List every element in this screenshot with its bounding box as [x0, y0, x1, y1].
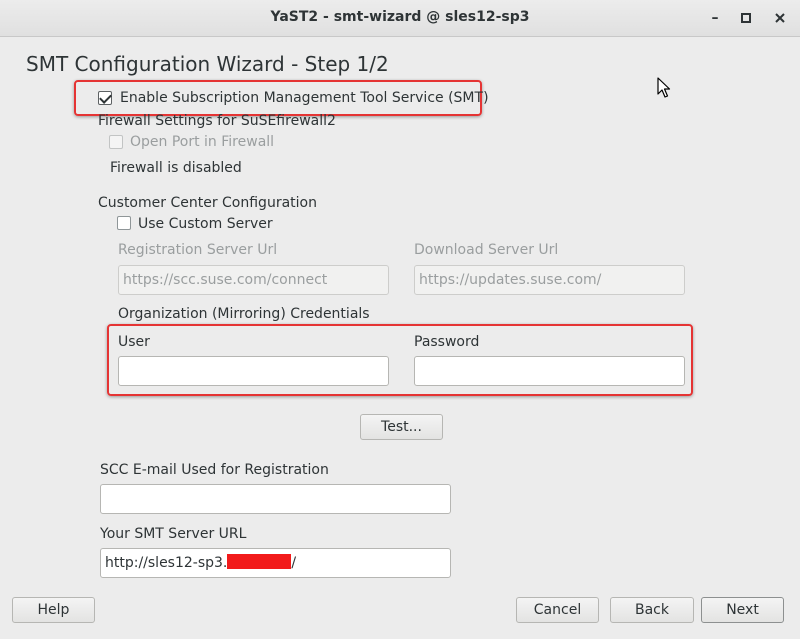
download-url-label: Download Server Url [414, 242, 559, 258]
scc-email-label: SCC E-mail Used for Registration [100, 462, 329, 478]
registration-url-label: Registration Server Url [118, 242, 278, 258]
use-custom-server-label[interactable]: Use Custom Server [138, 216, 273, 232]
smt-server-url-label: Your SMT Server URL [100, 526, 247, 542]
user-input[interactable] [118, 356, 389, 386]
redaction-bar [227, 554, 292, 569]
open-port-checkbox[interactable] [109, 135, 123, 149]
window-titlebar[interactable]: YaST2 - smt-wizard @ sles12-sp3 – [0, 0, 800, 37]
customer-center-heading: Customer Center Configuration [98, 195, 317, 211]
enable-smt-checkbox[interactable] [98, 91, 112, 105]
help-button[interactable]: Help [12, 597, 95, 623]
back-button[interactable]: Back [610, 597, 694, 623]
firewall-heading: Firewall Settings for SuSEfirewall2 [98, 113, 336, 129]
smt-server-url-input[interactable]: http://sles12-sp3. / [100, 548, 451, 578]
password-input[interactable] [414, 356, 685, 386]
smt-server-url-suffix: / [291, 555, 297, 571]
cancel-button[interactable]: Cancel [516, 597, 599, 623]
close-icon[interactable] [768, 6, 792, 30]
mouse-cursor-icon [657, 77, 671, 103]
use-custom-server-checkbox[interactable] [117, 216, 131, 230]
window-title: YaST2 - smt-wizard @ sles12-sp3 [270, 9, 530, 25]
test-button[interactable]: Test... [360, 414, 443, 440]
open-port-label: Open Port in Firewall [130, 134, 275, 150]
user-label: User [118, 334, 150, 350]
credentials-heading: Organization (Mirroring) Credentials [118, 306, 370, 322]
scc-email-input[interactable] [100, 484, 451, 514]
maximize-icon[interactable] [734, 6, 758, 30]
minimize-icon[interactable]: – [703, 6, 727, 30]
password-label: Password [414, 334, 480, 350]
firewall-status: Firewall is disabled [110, 160, 242, 176]
registration-url-field[interactable]: https://scc.suse.com/connect [118, 265, 389, 295]
download-url-field[interactable]: https://updates.suse.com/ [414, 265, 685, 295]
page-title: SMT Configuration Wizard - Step 1/2 [26, 52, 389, 76]
smt-server-url-prefix: http://sles12-sp3. [105, 555, 228, 571]
next-button[interactable]: Next [701, 597, 784, 623]
enable-smt-label[interactable]: Enable Subscription Management Tool Serv… [120, 90, 489, 106]
